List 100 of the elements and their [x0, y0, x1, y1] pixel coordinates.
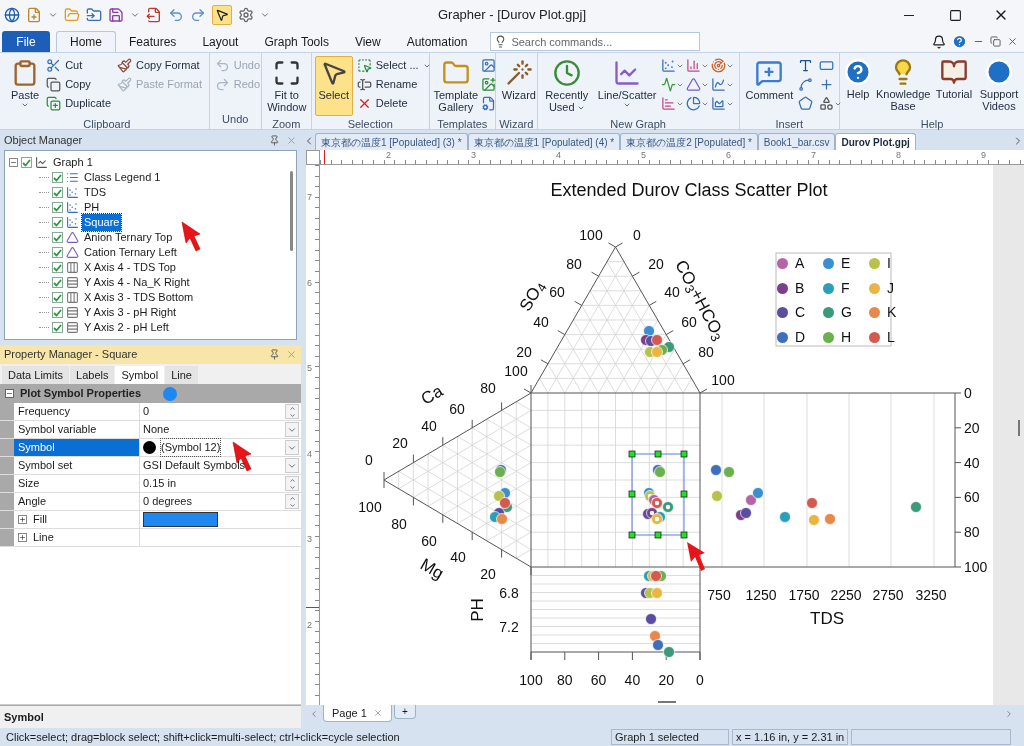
- tree-item[interactable]: Y Axis 3 - pH Right: [82, 304, 179, 321]
- legend-label: E: [841, 256, 851, 270]
- property-value[interactable]: None: [143, 421, 170, 438]
- property-value[interactable]: GSI Default Symbols: [143, 457, 246, 474]
- group-label: Templates: [436, 117, 489, 132]
- tick-label: 40: [624, 673, 641, 687]
- tree-item[interactable]: Class Legend 1: [82, 169, 163, 186]
- tick-label: 60: [590, 673, 607, 687]
- ribbon-tab[interactable]: View: [341, 31, 394, 52]
- property-name[interactable]: Angle: [14, 493, 140, 510]
- help-button[interactable]: Help: [843, 56, 873, 116]
- ruler-number: 7: [307, 191, 312, 204]
- axis-title: TDS: [810, 609, 844, 627]
- property-value[interactable]: 0: [143, 403, 150, 420]
- wizard-button[interactable]: Wizard: [498, 56, 539, 116]
- clipboard-action[interactable]: Duplicate: [44, 94, 113, 113]
- tree-item[interactable]: X Axis 4 - TDS Top: [82, 259, 178, 276]
- ribbon-tab[interactable]: Layout: [189, 31, 252, 52]
- legend-label: K: [887, 305, 897, 319]
- group-label: Clipboard: [82, 117, 132, 132]
- tree-item[interactable]: Cation Ternary Left: [82, 244, 179, 261]
- tree-item[interactable]: PH: [82, 199, 102, 216]
- axis-title: Mg: [417, 555, 447, 583]
- property-tab[interactable]: Line: [165, 366, 198, 384]
- property-name[interactable]: Symbol set: [14, 457, 140, 474]
- property-name[interactable]: Symbol: [14, 439, 140, 456]
- selection-action[interactable]: Rename: [354, 75, 433, 94]
- document-tab[interactable]: Durov Plot.gpj: [835, 133, 916, 150]
- window-title: Grapher - [Durov Plot.gpj]: [437, 6, 587, 25]
- document-tab[interactable]: Book1_bar.csv: [757, 133, 836, 150]
- ribbon-tab[interactable]: Graph Tools: [251, 31, 342, 52]
- property-label: Line: [33, 530, 54, 546]
- property-name[interactable]: Fill: [14, 511, 140, 528]
- tick-label: 20: [964, 420, 980, 435]
- property-label: Fill: [33, 512, 48, 528]
- selection-action[interactable]: Delete: [354, 94, 433, 113]
- property-name[interactable]: Line: [14, 529, 140, 546]
- tree-item[interactable]: TDS: [82, 184, 108, 201]
- property-value[interactable]: 0 degrees: [143, 493, 192, 510]
- status-text: Graph 1 selected: [611, 729, 729, 745]
- ribbon-tab[interactable]: Home: [56, 31, 116, 52]
- tick-label: 40: [664, 285, 680, 299]
- tree-item[interactable]: Anion Ternary Top: [82, 229, 175, 246]
- selection-action[interactable]: Select ...: [354, 56, 433, 75]
- tutorial-button[interactable]: Tutorial: [933, 56, 975, 116]
- recently-used-button[interactable]: Recently Used: [540, 56, 593, 116]
- property-value[interactable]: (Symbol 12): [160, 438, 222, 457]
- group-label: Selection: [346, 117, 394, 132]
- document-tab[interactable]: 東京都の温度2 [Populated] *: [620, 133, 758, 150]
- document-tab[interactable]: 東京都の温度1 [Populated] (4) *: [467, 133, 621, 150]
- select-button[interactable]: Select: [314, 56, 353, 116]
- tree-item[interactable]: Y Axis 2 - pH Left: [82, 319, 171, 336]
- line-scatter-button[interactable]: Line/Scatter: [594, 56, 660, 116]
- property-tab[interactable]: Data Limits: [2, 366, 70, 384]
- panel-title: Property Manager - Square: [4, 347, 138, 363]
- tree-item[interactable]: Y Axis 4 - Na_K Right: [82, 274, 192, 291]
- ruler-number: 5: [307, 362, 312, 375]
- group-label: Insert: [774, 117, 805, 132]
- search-field[interactable]: Search commands...: [490, 32, 701, 51]
- property-name[interactable]: Symbol variable: [14, 421, 140, 438]
- property-tab[interactable]: Symbol: [115, 366, 165, 384]
- tick-label: 7.2: [499, 620, 519, 634]
- tree-item[interactable]: X Axis 3 - TDS Bottom: [82, 289, 196, 306]
- file-menu-tab[interactable]: File: [2, 31, 50, 52]
- tick-label: 40: [450, 550, 466, 564]
- tick-label: 60: [421, 534, 437, 548]
- ribbon-tab[interactable]: Features: [116, 31, 190, 52]
- tick-label: 80: [391, 517, 407, 531]
- legend-label: C: [795, 305, 806, 319]
- property-tab[interactable]: Labels: [70, 366, 115, 384]
- tree-item[interactable]: Graph 1: [51, 154, 95, 171]
- clipboard-action[interactable]: Cut: [44, 56, 113, 75]
- fit-to-window-button[interactable]: Fit to Window: [264, 56, 309, 116]
- status-text: x = 1.16 in, y = 2.31 in: [732, 729, 848, 745]
- property-value[interactable]: 0.15 in: [143, 475, 177, 492]
- clipboard-action[interactable]: Copy: [44, 75, 113, 94]
- comment-button[interactable]: Comment: [742, 56, 797, 116]
- ruler-number: 4: [307, 447, 312, 461]
- property-name[interactable]: Size: [14, 475, 140, 492]
- knowledge-base-button[interactable]: Knowledge Base: [875, 56, 931, 116]
- tick-label: 60: [449, 402, 465, 416]
- format-action[interactable]: Copy Format: [115, 56, 205, 75]
- axis-title: Ca: [418, 382, 446, 408]
- group-label: Wizard: [498, 117, 535, 132]
- tick-label: 80: [566, 257, 582, 271]
- property-name[interactable]: Frequency: [14, 403, 140, 420]
- template-gallery-button[interactable]: Template Gallery: [432, 56, 479, 116]
- tick-label: 40: [964, 455, 980, 470]
- paste-button[interactable]: Paste: [8, 56, 43, 116]
- support-videos-button[interactable]: Support Videos: [977, 56, 1021, 116]
- ruler-number: 7: [811, 149, 816, 162]
- add-page-tab[interactable]: +: [393, 705, 416, 719]
- document-tab[interactable]: 東京都の温度1 [Populated] (3) *: [315, 133, 468, 150]
- tree-item[interactable]: Square: [82, 214, 122, 231]
- tick-label: 0: [696, 673, 704, 687]
- page-tab[interactable]: Page 1: [323, 705, 392, 722]
- ruler-number: 6: [726, 149, 731, 162]
- ribbon-tab[interactable]: Automation: [393, 31, 481, 52]
- tick-label: 80: [698, 345, 714, 359]
- ruler-number: 2: [307, 618, 312, 632]
